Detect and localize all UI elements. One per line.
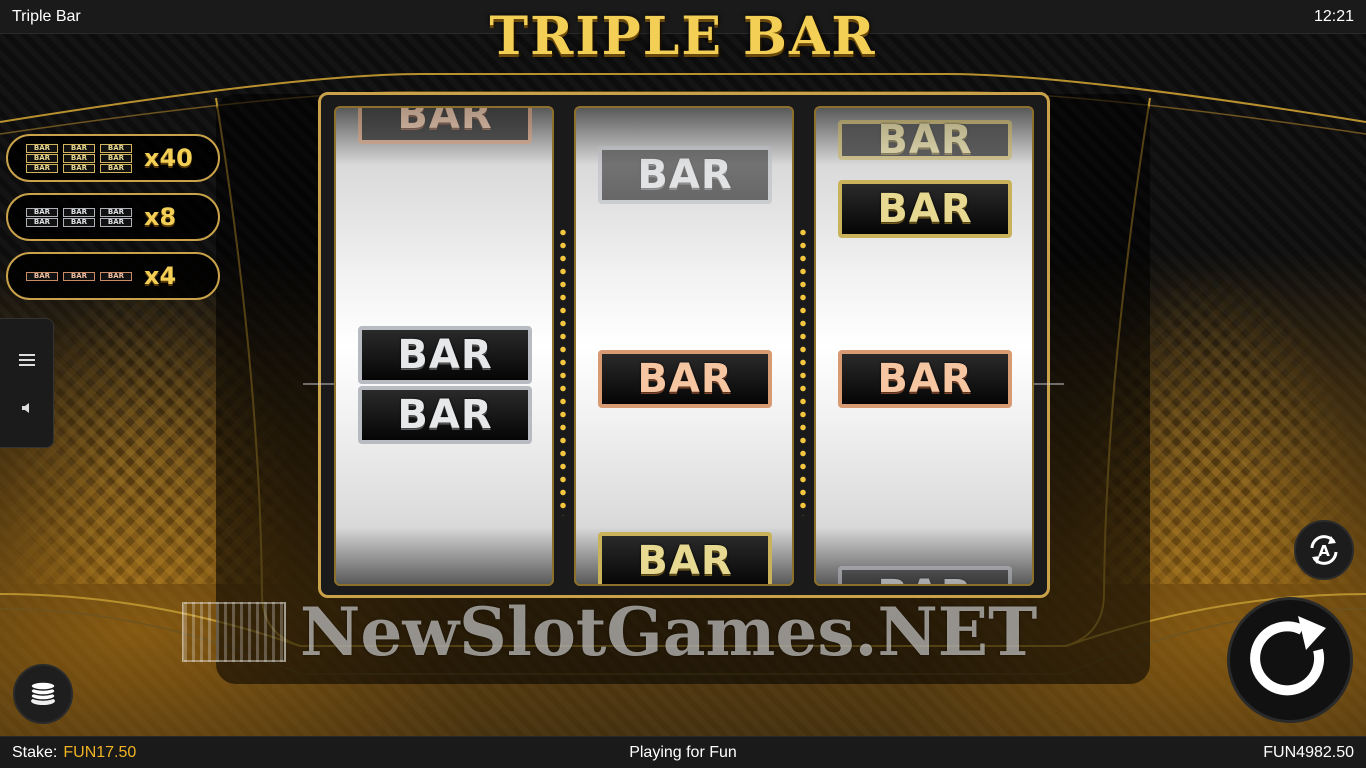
reel-divider-lights-1 (559, 226, 567, 516)
svg-text:A: A (1318, 542, 1330, 560)
paytable-multiplier: x4 (144, 262, 177, 290)
side-panel (0, 318, 54, 448)
paytable-triple-bar: BAR BAR BAR BAR BAR BAR BAR BAR BAR x40 (6, 134, 220, 182)
reel-2-symbol-top: BAR (598, 146, 772, 204)
watermark: NewSlotGames.NET (182, 592, 1182, 672)
watermark-logo (182, 602, 286, 662)
window-title: Triple Bar (12, 7, 81, 25)
reel-3-symbol-top-upper: BAR (838, 117, 1012, 163)
stake-button[interactable] (13, 664, 73, 724)
paytable-single-bar: BAR BAR BAR x4 (6, 252, 220, 300)
spin-icon (1250, 616, 1326, 696)
payline-left (303, 383, 334, 385)
stake-display: Stake: FUN17.50 (12, 744, 412, 762)
paytable-multiplier: x40 (144, 144, 193, 172)
paytable-double-bar: BAR BAR BAR BAR BAR BAR x8 (6, 193, 220, 241)
reel-3-symbol-top-lower: BAR (838, 180, 1012, 238)
reel-3-symbol-center: BAR (838, 350, 1012, 408)
game-logo: TRIPLE BAR (489, 6, 877, 67)
play-mode: Playing for Fun (629, 743, 737, 761)
stake-value: FUN17.50 (63, 743, 137, 761)
reel-1-symbol-center-upper: BAR (358, 326, 532, 384)
autoplay-button[interactable]: A (1294, 520, 1354, 580)
spin-button[interactable] (1227, 597, 1353, 723)
triple-bar-symbols: BAR BAR BAR BAR BAR BAR BAR BAR BAR (26, 143, 132, 173)
reel-3-symbol-bottom: BAR (838, 566, 1012, 584)
reel-divider-lights-2 (799, 226, 807, 516)
reel-3: BAR BAR BAR BAR (814, 106, 1034, 586)
reel-2-symbol-center: BAR (598, 350, 772, 408)
watermark-text: NewSlotGames.NET (300, 593, 1038, 671)
reel-2: BAR BAR BAR BAR (574, 106, 794, 586)
reel-2-symbol-bottom-upper: BAR (598, 532, 772, 584)
menu-icon[interactable] (14, 347, 40, 373)
speaker-icon[interactable] (14, 395, 40, 421)
autoplay-icon: A (1310, 535, 1338, 565)
double-bar-symbols: BAR BAR BAR BAR BAR BAR (26, 207, 132, 227)
balance: FUN4982.50 (1263, 743, 1354, 761)
coins-icon (30, 681, 56, 705)
reel-1-symbol-center-lower: BAR (358, 386, 532, 444)
stake-label: Stake: (12, 743, 58, 761)
reel-1-symbol-top: BAR (358, 108, 532, 144)
payline-right (1034, 383, 1064, 385)
single-bar-symbols: BAR BAR BAR (26, 271, 132, 281)
bottom-bar: Stake: FUN17.50 Playing for Fun FUN4982.5… (0, 736, 1366, 768)
paytable-multiplier: x8 (144, 203, 177, 231)
clock: 12:21 (1313, 7, 1354, 25)
reel-1: BAR BAR BAR BAR (334, 106, 554, 586)
